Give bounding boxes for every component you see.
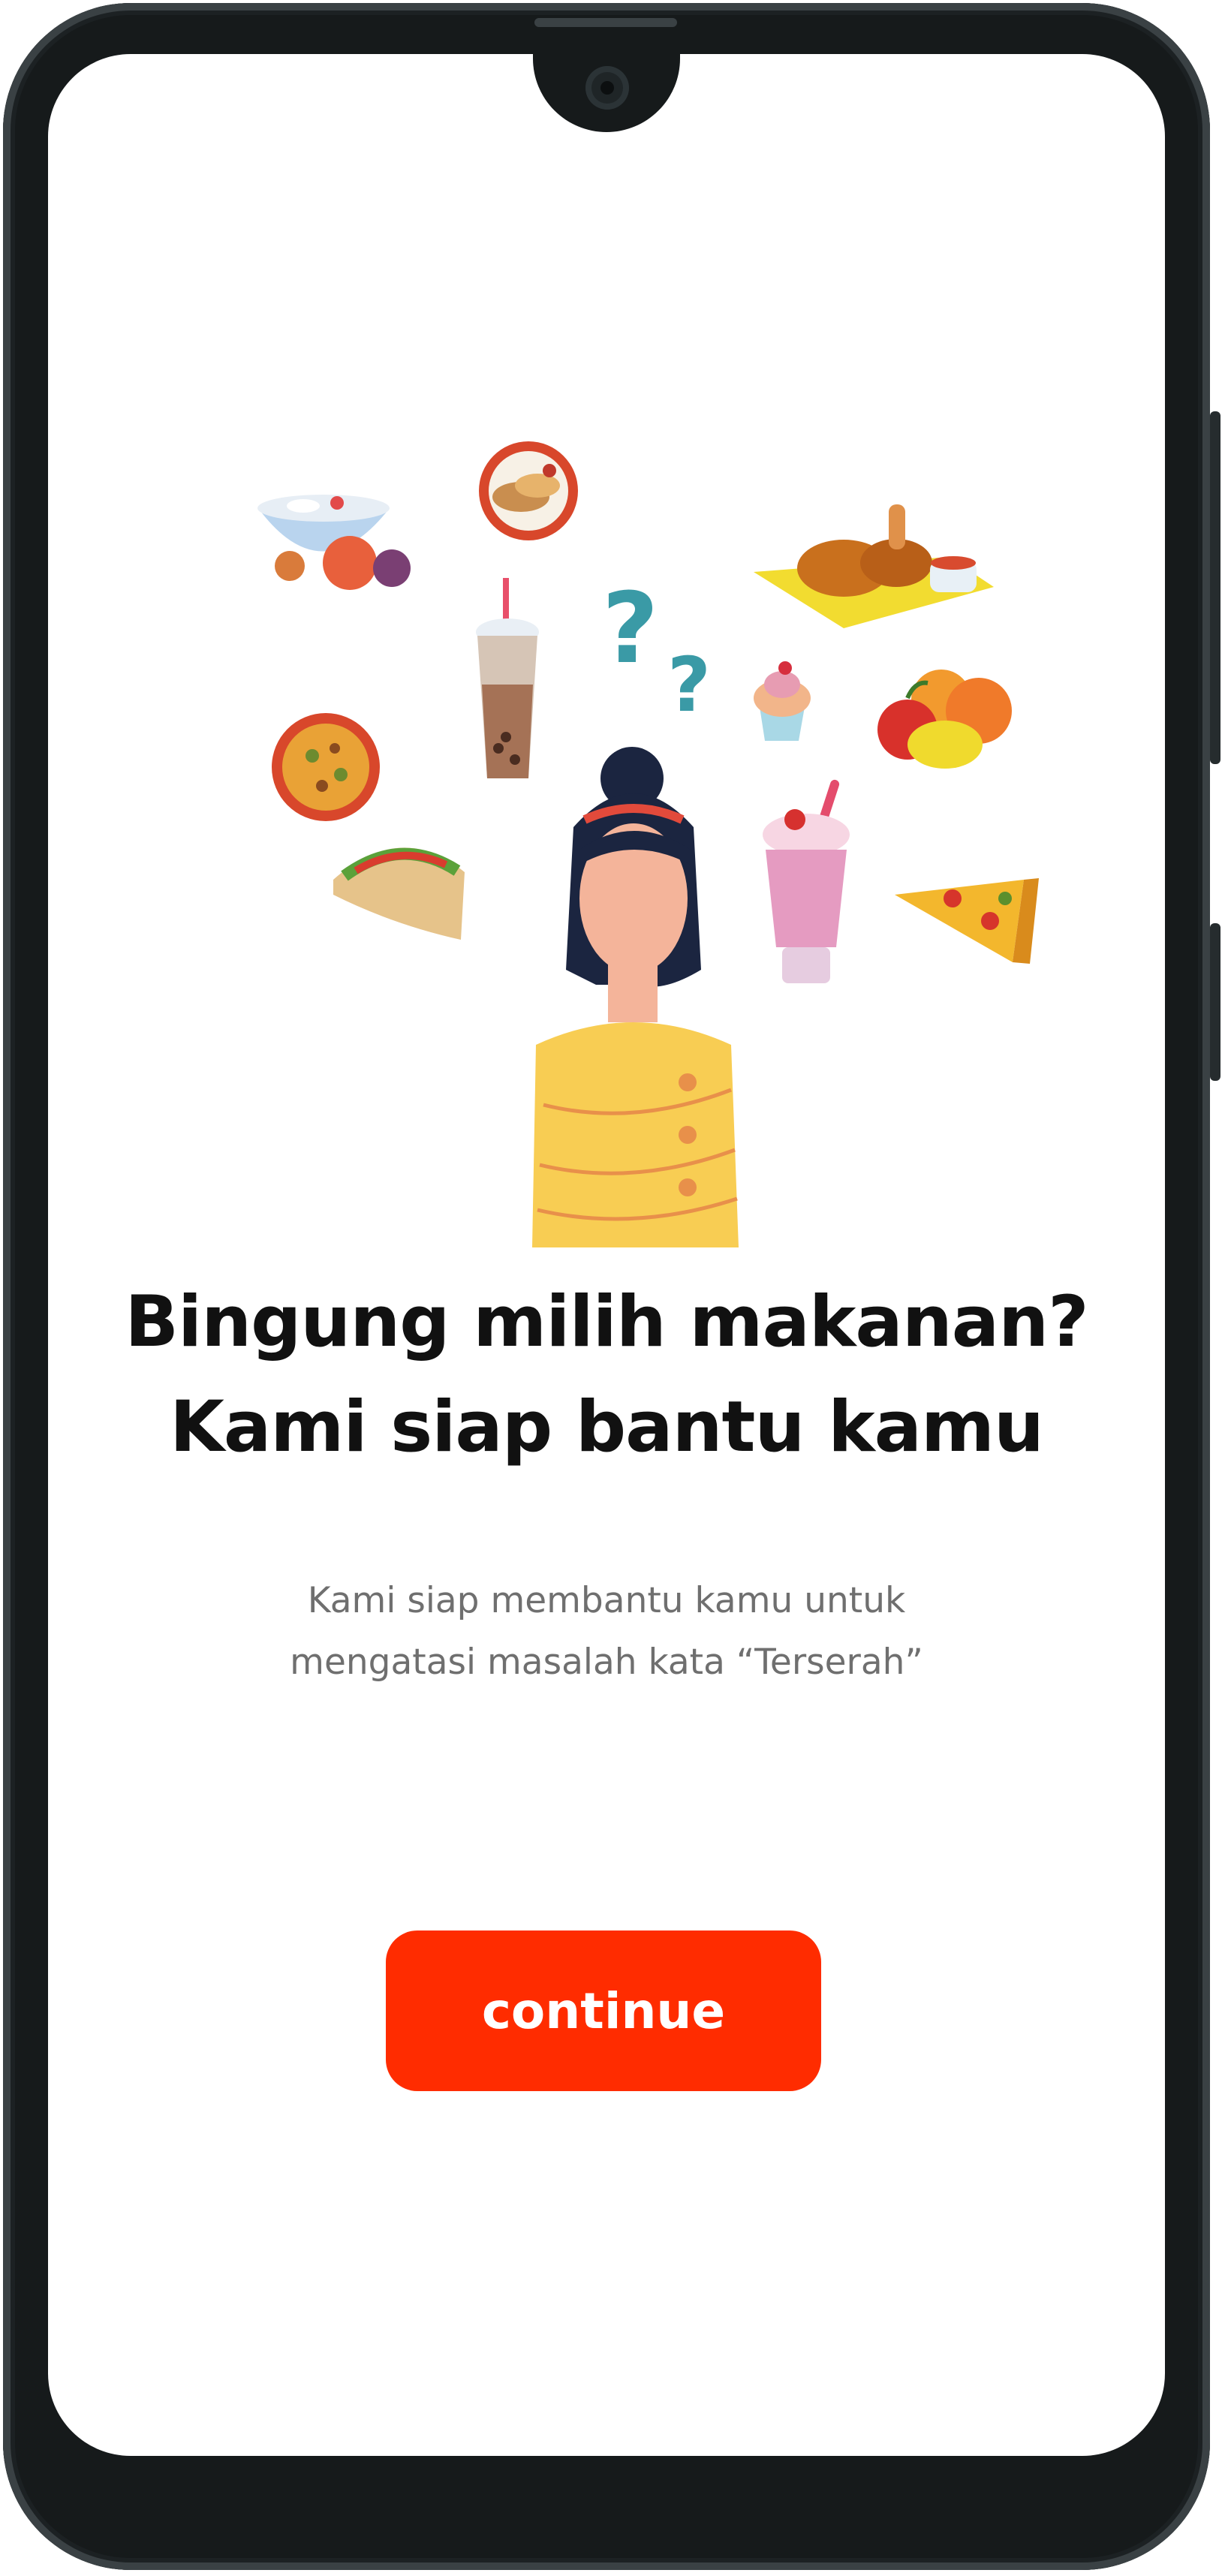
pizza-slice-icon xyxy=(895,878,1039,964)
bubble-tea-icon xyxy=(476,578,539,778)
fruit-bowl-icon xyxy=(257,495,411,590)
confused-woman-icon xyxy=(532,747,739,1247)
cupcake-icon xyxy=(754,661,811,741)
continue-button[interactable]: continue xyxy=(386,1930,821,2091)
subtitle-line-2: mengatasi masalah kata “Terserah” xyxy=(290,1642,923,1683)
question-marks-icon: ? ? xyxy=(602,571,711,729)
earpiece xyxy=(534,18,677,27)
front-camera-icon xyxy=(585,66,629,110)
milkshake-icon xyxy=(763,779,850,983)
subtitle-line-1: Kami siap membantu kamu untuk xyxy=(307,1580,906,1621)
fried-chicken-icon xyxy=(754,504,994,628)
svg-text:?: ? xyxy=(667,641,711,729)
food-illustration: ? ? xyxy=(243,369,1069,1270)
pancake-plate-icon xyxy=(479,441,578,540)
camera-notch xyxy=(533,54,680,132)
volume-button xyxy=(1210,923,1220,1081)
power-button xyxy=(1210,411,1220,764)
mixed-fruit-icon xyxy=(877,670,1012,769)
onboarding-screen: ? ? Bingung milih makanan? Kami siap ban… xyxy=(48,54,1165,2456)
svg-text:?: ? xyxy=(602,571,658,685)
headline-line-1: Bingung milih makanan? xyxy=(125,1281,1088,1363)
page-title: Bingung milih makanan? Kami siap bantu k… xyxy=(48,1270,1165,1480)
taco-icon xyxy=(333,847,465,940)
soup-bowl-icon xyxy=(272,713,380,821)
headline-line-2: Kami siap bantu kamu xyxy=(170,1386,1044,1468)
page-subtitle: Kami siap membantu kamu untuk mengatasi … xyxy=(48,1570,1165,1693)
